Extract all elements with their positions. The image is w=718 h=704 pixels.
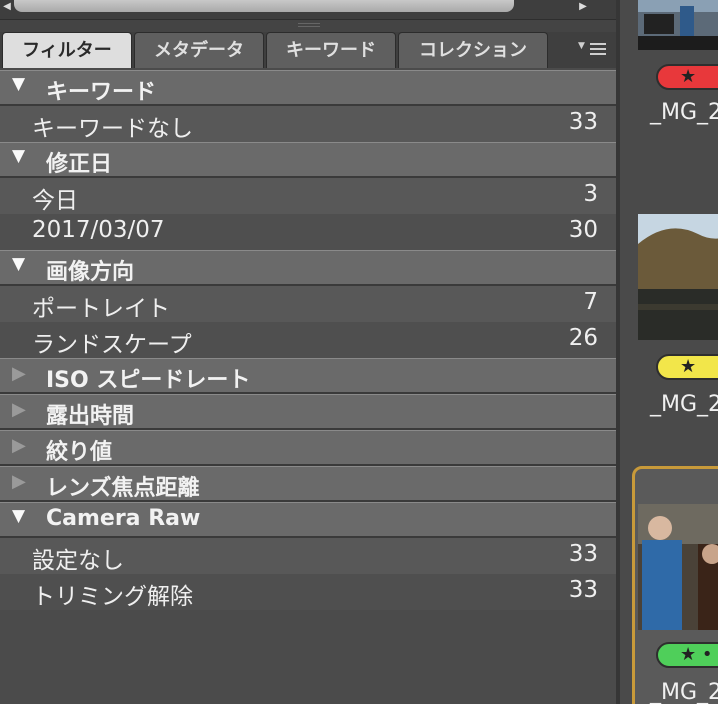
thumbnail-image[interactable]: [638, 504, 718, 630]
filter-section-header[interactable]: ▼ キーワード: [0, 70, 616, 106]
filter-section-header[interactable]: ▼ 画像方向: [0, 250, 616, 286]
thumbnail-filename: _MG_2: [650, 100, 718, 125]
filter-item-label: 2017/03/07: [32, 217, 165, 243]
filter-item-count: 33: [568, 541, 598, 567]
filter-item-label: 今日: [32, 188, 78, 214]
disclosure-open-icon[interactable]: ▼: [12, 254, 25, 274]
filter-item[interactable]: 2017/03/07 30: [0, 214, 616, 250]
horizontal-scrollbar[interactable]: ◀ ▶: [0, 0, 616, 20]
filter-item-label: ポートレイト: [32, 296, 170, 322]
scroll-left-icon[interactable]: ◀: [2, 0, 12, 14]
section-title: キーワード: [46, 80, 157, 105]
label-badge[interactable]: ★ •: [656, 642, 718, 668]
disclosure-open-icon[interactable]: ▼: [12, 74, 25, 94]
disclosure-closed-icon[interactable]: ▶: [12, 363, 26, 384]
filter-item[interactable]: ランドスケープ 26: [0, 322, 616, 358]
filter-item[interactable]: キーワードなし 33: [0, 106, 616, 142]
filter-panel: ◀ ▶ フィルター メタデータ キーワード コレクション ▼ ▼ キーワード キーワ…: [0, 0, 616, 704]
filter-section-header[interactable]: ▼ Camera Raw: [0, 502, 616, 538]
content-grid: ★ _MG_2 ★ _MG_2 ★ • _MG_2: [620, 0, 718, 704]
filter-item-count: 30: [568, 217, 598, 243]
disclosure-open-icon[interactable]: ▼: [12, 506, 25, 526]
tab-filter[interactable]: フィルター: [2, 32, 132, 68]
disclosure-open-icon[interactable]: ▼: [12, 146, 25, 166]
thumbnail-picture: [638, 0, 718, 50]
filter-item-count: 33: [568, 577, 598, 603]
filter-item-label: ランドスケープ: [32, 332, 192, 358]
filter-item-count: 33: [568, 109, 598, 135]
tab-keywords[interactable]: キーワード: [266, 32, 396, 68]
tab-collections[interactable]: コレクション: [398, 32, 548, 68]
disclosure-closed-icon[interactable]: ▶: [12, 471, 26, 492]
filter-item[interactable]: 設定なし 33: [0, 538, 616, 574]
section-title: Camera Raw: [46, 506, 201, 531]
star-icon: ★: [680, 356, 697, 377]
filter-section-header[interactable]: ▶ 絞り値: [0, 430, 616, 466]
thumbnail-image[interactable]: [638, 214, 718, 340]
filter-section-header[interactable]: ▶ ISO スピードレート: [0, 358, 616, 394]
thumbnail-filename: _MG_2: [650, 680, 718, 704]
filter-section-header[interactable]: ▶ レンズ焦点距離: [0, 466, 616, 502]
thumbnail-picture: [638, 214, 718, 340]
scroll-right-icon[interactable]: ▶: [578, 0, 588, 14]
section-title: 修正日: [46, 152, 113, 177]
thumbnail-filename: _MG_2: [650, 392, 718, 417]
filter-item-label: 設定なし: [32, 548, 124, 574]
star-icon: ★: [680, 66, 697, 87]
section-title: レンズ焦点距離: [46, 476, 200, 501]
section-title: 画像方向: [46, 260, 135, 285]
filter-item[interactable]: 今日 3: [0, 178, 616, 214]
scroll-thumb[interactable]: [14, 0, 514, 12]
disclosure-closed-icon[interactable]: ▶: [12, 435, 26, 456]
section-title: 絞り値: [46, 440, 113, 465]
panel-splitter[interactable]: [0, 20, 616, 32]
disclosure-closed-icon[interactable]: ▶: [12, 399, 26, 420]
panel-menu-icon[interactable]: ▼: [576, 40, 610, 60]
section-title: ISO スピードレート: [46, 368, 251, 393]
filter-section-header[interactable]: ▶ 露出時間: [0, 394, 616, 430]
filter-item[interactable]: ポートレイト 7: [0, 286, 616, 322]
thumbnail-image[interactable]: [638, 0, 718, 50]
label-badge[interactable]: ★: [656, 64, 718, 90]
filter-item-label: トリミング解除: [32, 584, 193, 610]
filter-item[interactable]: トリミング解除 33: [0, 574, 616, 610]
panel-tabs: フィルター メタデータ キーワード コレクション ▼: [0, 32, 616, 68]
filter-item-count: 26: [568, 325, 598, 351]
grip-icon: [298, 23, 320, 27]
thumbnail-picture: [638, 504, 718, 630]
filter-list: ▼ キーワード キーワードなし 33 ▼ 修正日 今日 3 2017/03/07 30 ▼ 画像方向ポ…: [0, 70, 616, 610]
filter-item-count: 7: [583, 289, 598, 315]
filter-item-count: 3: [583, 181, 598, 207]
star-icon: ★ •: [680, 644, 713, 665]
section-title: 露出時間: [46, 404, 135, 429]
filter-section-header[interactable]: ▼ 修正日: [0, 142, 616, 178]
tab-metadata[interactable]: メタデータ: [134, 32, 264, 68]
filter-item-label: キーワードなし: [32, 116, 193, 142]
label-badge[interactable]: ★: [656, 354, 718, 380]
